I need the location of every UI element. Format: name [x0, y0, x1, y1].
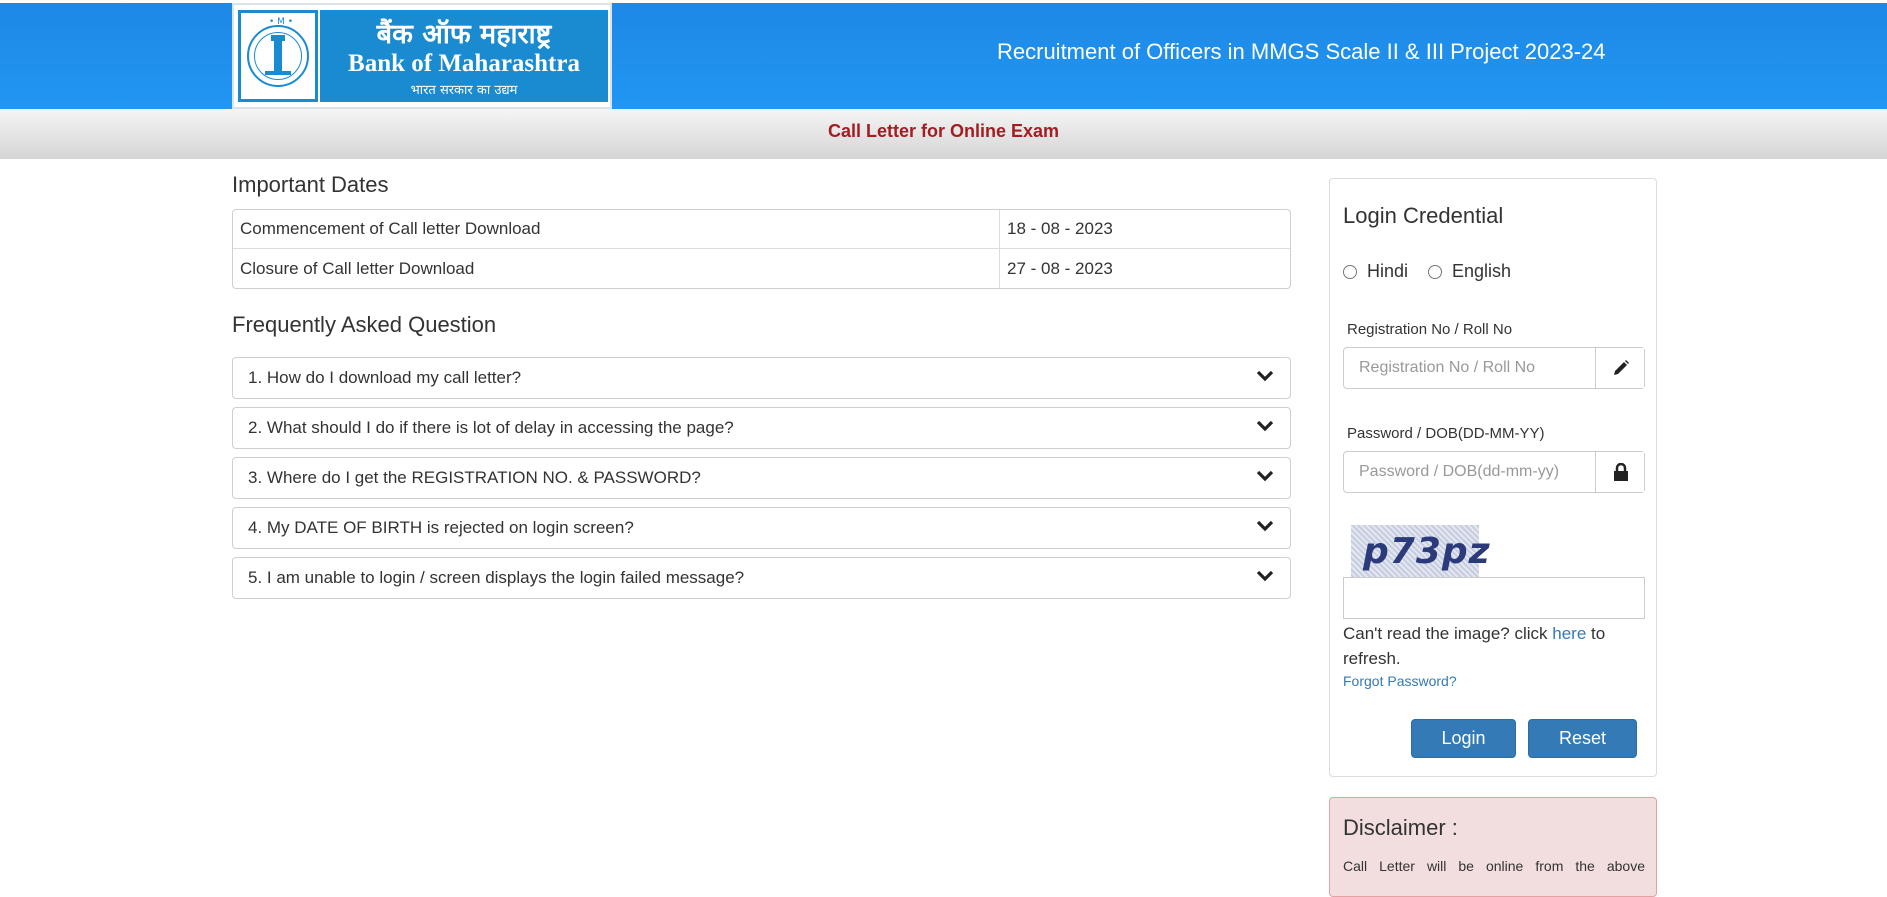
lock-icon — [1614, 463, 1628, 481]
faq-question: 1. How do I download my call letter? — [248, 368, 522, 387]
captcha-image: p73pz — [1351, 525, 1490, 579]
password-label: Password / DOB(DD-MM-YY) — [1347, 425, 1545, 442]
login-title: Login Credential — [1343, 203, 1504, 228]
language-selector: Hindi English — [1343, 261, 1531, 282]
faq-item-1[interactable]: 1. How do I download my call letter? — [232, 357, 1291, 399]
registration-label: Registration No / Roll No — [1347, 321, 1513, 338]
faq-item-4[interactable]: 4. My DATE OF BIRTH is rejected on login… — [232, 507, 1291, 549]
radio-english[interactable] — [1428, 264, 1443, 279]
registration-input[interactable] — [1344, 348, 1596, 388]
date-value: 18 - 08 - 2023 — [999, 210, 1290, 249]
site-header: • M • बैंक ऑफ महाराष्ट्र Bank of Maharas… — [0, 3, 1887, 109]
disclaimer-title: Disclaimer : — [1343, 815, 1458, 840]
faq-question: 5. I am unable to login / screen display… — [248, 568, 745, 587]
login-button[interactable]: Login — [1411, 719, 1516, 758]
login-panel: Login Credential Hindi English Registrat… — [1329, 178, 1657, 777]
captcha-text: p73pz — [1363, 531, 1491, 572]
logo-text-block: बैंक ऑफ महाराष्ट्र Bank of Maharashtra भ… — [320, 10, 608, 102]
chevron-down-icon — [1256, 520, 1274, 532]
bank-emblem-icon: • M • — [238, 10, 318, 102]
captcha-refresh-text: Can't read the image? click here to refr… — [1343, 621, 1645, 671]
chevron-down-icon — [1256, 470, 1274, 482]
password-input-group — [1343, 451, 1645, 493]
faq-item-5[interactable]: 5. I am unable to login / screen display… — [232, 557, 1291, 599]
faq-item-2[interactable]: 2. What should I do if there is lot of d… — [232, 407, 1291, 449]
bank-logo: • M • बैंक ऑफ महाराष्ट्र Bank of Maharas… — [232, 3, 612, 109]
password-input[interactable] — [1344, 452, 1596, 492]
radio-hindi[interactable] — [1343, 264, 1357, 279]
faq-question: 4. My DATE OF BIRTH is rejected on login… — [248, 518, 634, 537]
date-label: Commencement of Call letter Download — [233, 210, 999, 249]
disclaimer-box: Disclaimer : Call Letter will be online … — [1329, 797, 1657, 897]
forgot-password-link[interactable]: Forgot Password? — [1343, 673, 1457, 689]
faq-question: 3. Where do I get the REGISTRATION NO. &… — [248, 468, 701, 487]
table-row: Commencement of Call letter Download 18 … — [233, 210, 1290, 249]
radio-hindi-label[interactable]: Hindi — [1367, 261, 1408, 282]
faq-question: 2. What should I do if there is lot of d… — [248, 418, 734, 437]
captcha-input[interactable] — [1343, 577, 1645, 619]
subheader-bar: Call Letter for Online Exam — [0, 109, 1887, 159]
radio-english-label[interactable]: English — [1452, 261, 1511, 282]
important-dates-heading: Important Dates — [232, 172, 389, 197]
page-title: Recruitment of Officers in MMGS Scale II… — [997, 39, 1606, 64]
password-addon — [1595, 452, 1644, 492]
faq-item-3[interactable]: 3. Where do I get the REGISTRATION NO. &… — [232, 457, 1291, 499]
captcha-refresh-link[interactable]: here — [1552, 624, 1586, 643]
logo-english-name: Bank of Maharashtra — [348, 50, 580, 77]
chevron-down-icon — [1256, 420, 1274, 432]
chevron-down-icon — [1256, 570, 1274, 582]
pencil-icon — [1614, 360, 1629, 375]
table-row: Closure of Call letter Download 27 - 08 … — [233, 249, 1290, 288]
refresh-prefix: Can't read the image? click — [1343, 624, 1553, 643]
faq-heading: Frequently Asked Question — [232, 312, 497, 337]
logo-hindi-name: बैंक ऑफ महाराष्ट्र — [376, 19, 552, 50]
logo-tagline: भारत सरकार का उद्यम — [410, 83, 518, 98]
subheader-title: Call Letter for Online Exam — [827, 121, 1060, 141]
date-label: Closure of Call letter Download — [240, 258, 475, 278]
chevron-down-icon — [1256, 370, 1274, 382]
registration-input-group — [1343, 347, 1645, 389]
reset-button[interactable]: Reset — [1528, 719, 1637, 758]
date-value: 27 - 08 - 2023 — [999, 249, 1290, 288]
important-dates-table: Commencement of Call letter Download 18 … — [232, 209, 1291, 289]
registration-addon — [1595, 348, 1644, 388]
